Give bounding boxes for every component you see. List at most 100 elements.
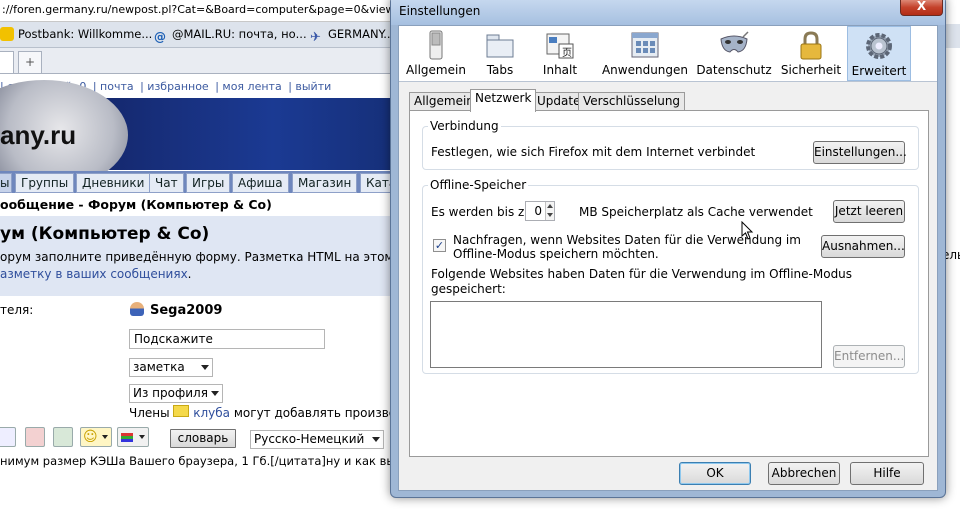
- source-select[interactable]: Из профиля: [129, 384, 223, 403]
- dialog-body: Allgemein Tabs 页 Inhalt Anwendungen Date…: [398, 25, 938, 491]
- pane-applications[interactable]: Anwendungen: [599, 26, 691, 81]
- cache-size-spinner[interactable]: 0: [525, 201, 555, 221]
- forum-title: ум (Компьютер & Co): [0, 224, 210, 244]
- subnav-feed[interactable]: | моя лента: [215, 80, 281, 93]
- image-tool-icon[interactable]: [53, 427, 73, 447]
- offline-sites-line-2: gespeichert:: [431, 282, 506, 296]
- postbank-icon: [0, 27, 14, 41]
- bookmark-mailru[interactable]: @ @MAIL.RU: почта, но...: [154, 26, 307, 44]
- close-button[interactable]: X: [900, 0, 943, 16]
- switch-icon: [429, 30, 443, 60]
- help-button[interactable]: Hilfe: [850, 462, 924, 485]
- pane-tabs[interactable]: Tabs: [475, 26, 525, 81]
- author-label: теля:: [0, 303, 34, 317]
- site-nav: ы Группы Дневники Чат Игры Афиша Магазин…: [0, 171, 390, 193]
- author-name-text: Sega2009: [150, 303, 223, 318]
- nav-tab-afisha[interactable]: Афиша: [232, 173, 289, 193]
- exceptions-button[interactable]: Ausnahmen...: [821, 235, 905, 258]
- offline-sites-line-1: Folgende Websites haben Daten für die Ve…: [431, 267, 853, 281]
- remove-button[interactable]: Entfernen...: [833, 345, 905, 368]
- bookmark-germany[interactable]: ✈ GERMANY....: [310, 26, 390, 45]
- nav-tab-shop[interactable]: Магазин: [292, 173, 358, 193]
- breadcrumb-title: ообщение - Форум (Компьютер & Co): [0, 197, 272, 212]
- cache-suffix-label: MB Speicherplatz als Cache verwendet: [579, 205, 813, 219]
- cache-prefix-label: Es werden bis zu: [431, 205, 532, 219]
- preference-pane-bar: Allgemein Tabs 页 Inhalt Anwendungen Date…: [399, 26, 937, 82]
- description-period: .: [187, 267, 192, 281]
- bookmark-postbank[interactable]: Postbank: Willkomme...: [0, 26, 152, 42]
- site-banner: any.ru: [0, 80, 390, 190]
- cache-size-value: 0: [534, 204, 542, 218]
- connection-settings-button[interactable]: Einstellungen...: [813, 141, 907, 164]
- pane-label: Allgemein: [406, 63, 466, 77]
- source-select-value: Из профиля: [133, 386, 208, 400]
- chevron-down-icon: [211, 391, 219, 396]
- smiley-tool-icon[interactable]: ☺: [80, 427, 112, 447]
- pane-label: Erweitert: [851, 64, 907, 78]
- color-tool-icon[interactable]: [117, 427, 149, 447]
- ok-button[interactable]: OK: [679, 462, 751, 485]
- members-post: могут добавлять произволь: [233, 406, 411, 420]
- preferences-dialog: Einstellungen X Allgemein Tabs 页 Inhalt …: [390, 0, 946, 498]
- ask-offline-checkbox[interactable]: ✓: [433, 239, 446, 252]
- connection-description: Festlegen, wie sich Firefox mit dem Inte…: [431, 145, 756, 159]
- nav-tab-chat[interactable]: Чат: [149, 173, 184, 193]
- connection-legend: Verbindung: [428, 119, 501, 133]
- post-text: нимум размер КЭШа Вашего браузера, 1 Гб.…: [0, 454, 390, 468]
- forum-description: орум заполните приведённую форму. Размет…: [0, 249, 415, 283]
- dialog-titlebar[interactable]: Einstellungen X: [391, 0, 945, 25]
- subtab-network[interactable]: Netzwerk: [470, 89, 537, 112]
- dictionary-button[interactable]: словарь: [170, 429, 236, 448]
- gear-icon: [866, 33, 892, 59]
- subnav-mail[interactable]: | почта: [93, 80, 134, 93]
- pane-security[interactable]: Sicherheit: [779, 26, 843, 81]
- advanced-subtabs: Allgemein Netzwerk Update Verschlüsselun…: [409, 89, 929, 112]
- clear-cache-button[interactable]: Jetzt leeren: [833, 200, 905, 223]
- mailru-icon: @: [154, 30, 166, 44]
- checkmark-icon: ✓: [434, 239, 445, 252]
- applications-icon: [631, 32, 659, 58]
- germany-icon: ✈: [310, 30, 321, 45]
- nav-tab-groups[interactable]: Группы: [15, 173, 75, 193]
- nav-tab-catalog[interactable]: Ката: [360, 173, 390, 193]
- offline-sites-list[interactable]: [430, 301, 822, 368]
- club-link[interactable]: клуба: [193, 406, 230, 420]
- language-select[interactable]: Русско-Немецкий: [250, 430, 384, 449]
- lock-icon: [800, 31, 822, 60]
- pane-label: Tabs: [486, 63, 514, 77]
- subject-input[interactable]: Подскажите: [129, 329, 325, 349]
- tabs-icon: [486, 34, 514, 58]
- spin-down-icon[interactable]: [545, 211, 554, 220]
- tab-strip: +: [0, 48, 390, 74]
- type-select[interactable]: заметка: [129, 358, 213, 377]
- subtab-general[interactable]: Allgemein: [409, 92, 479, 111]
- pane-privacy[interactable]: Datenschutz: [695, 26, 773, 81]
- nav-tab-diaries[interactable]: Дневники: [76, 173, 151, 193]
- subnav-favorites[interactable]: | избранное: [140, 80, 209, 93]
- bookmark-label: @MAIL.RU: почта, но...: [172, 27, 307, 41]
- editor-toolbar: ☺ словарь Русско-Немецкий: [0, 426, 390, 449]
- markup-help-link[interactable]: азметку в ваших сообщениях: [0, 267, 188, 281]
- dialog-title: Einstellungen: [399, 4, 481, 18]
- new-tab-button[interactable]: +: [18, 51, 42, 73]
- browser-tab[interactable]: [0, 51, 14, 73]
- chevron-down-icon: [372, 437, 380, 442]
- nav-tab-games[interactable]: Игры: [186, 173, 231, 193]
- subtab-encryption[interactable]: Verschlüsselung: [578, 92, 686, 111]
- spin-up-icon[interactable]: [545, 202, 554, 211]
- bookmarks-toolbar: Postbank: Willkomme... @ @MAIL.RU: почта,…: [0, 22, 390, 48]
- user-tool-icon[interactable]: [0, 427, 16, 447]
- address-bar[interactable]: ://foren.germany.ru/newpost.pl?Cat=&Boar…: [0, 0, 390, 22]
- pane-label: Sicherheit: [780, 63, 842, 77]
- pane-advanced[interactable]: Erweitert: [847, 26, 911, 81]
- subnav-logout[interactable]: | выйти: [288, 80, 331, 93]
- cancel-button[interactable]: Abbrechen: [768, 462, 840, 485]
- nav-tab-partial[interactable]: ы: [0, 173, 12, 193]
- close-icon: X: [916, 0, 927, 13]
- pane-general[interactable]: Allgemein: [401, 26, 471, 81]
- pane-content[interactable]: 页 Inhalt: [535, 26, 585, 81]
- chevron-down-icon: [201, 365, 209, 370]
- users-tool-icon[interactable]: [25, 427, 45, 447]
- site-logo-text: any.ru: [0, 120, 77, 150]
- user-icon: [130, 302, 144, 316]
